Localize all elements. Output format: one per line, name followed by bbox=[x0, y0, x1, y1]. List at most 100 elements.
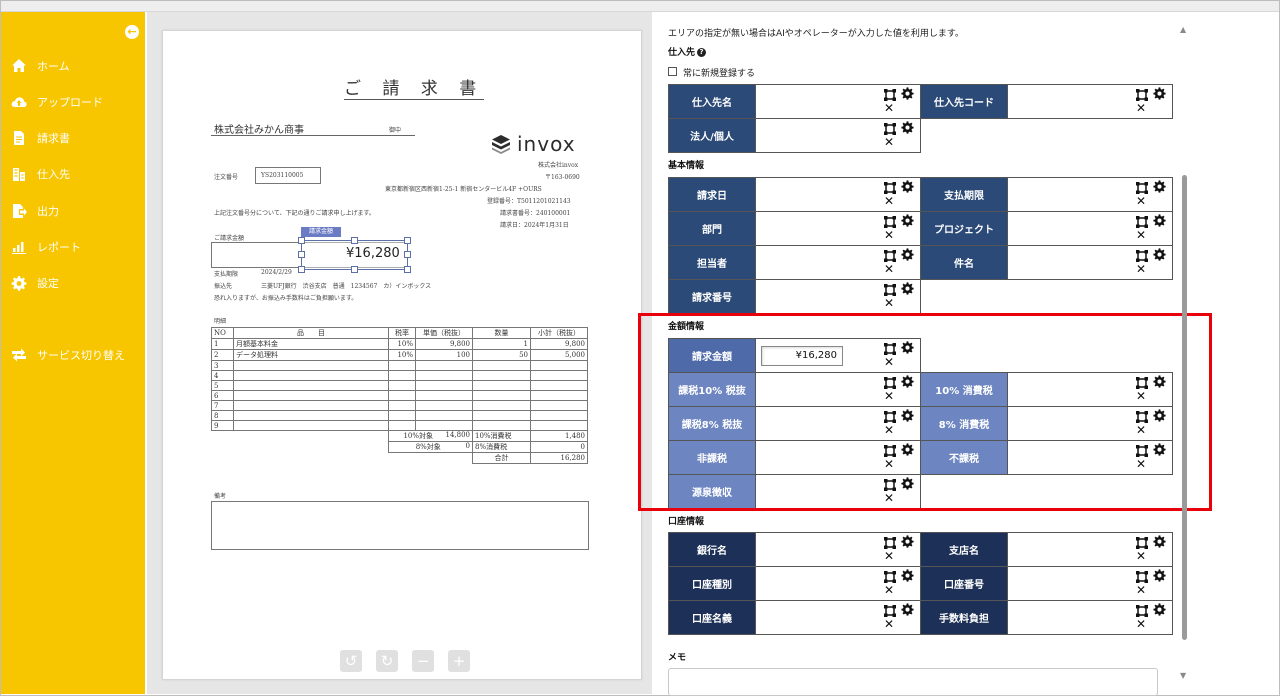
field-value[interactable]: ✕ bbox=[1007, 600, 1173, 635]
field-value[interactable]: ✕ bbox=[755, 84, 921, 119]
select-area-icon[interactable] bbox=[1136, 182, 1148, 194]
gear-icon[interactable] bbox=[1153, 248, 1166, 261]
memo-textarea[interactable] bbox=[668, 668, 1158, 696]
select-area-icon[interactable] bbox=[884, 182, 896, 194]
sidebar-item-settings[interactable]: 設定 bbox=[10, 271, 59, 295]
gear-icon[interactable] bbox=[901, 603, 914, 616]
clear-icon[interactable]: ✕ bbox=[1136, 584, 1148, 596]
gear-icon[interactable] bbox=[1153, 180, 1166, 193]
resize-handle[interactable] bbox=[298, 251, 305, 258]
select-area-icon[interactable] bbox=[1136, 216, 1148, 228]
field-value[interactable]: ✕ bbox=[755, 177, 921, 212]
resize-handle[interactable] bbox=[351, 266, 358, 273]
clear-icon[interactable]: ✕ bbox=[1136, 550, 1148, 562]
field-value[interactable]: ✕ bbox=[755, 211, 921, 246]
field-value[interactable]: ✕ bbox=[755, 532, 921, 567]
clear-icon[interactable]: ✕ bbox=[884, 297, 896, 309]
sidebar-item-suppliers[interactable]: 仕入先 bbox=[10, 162, 70, 186]
field-tools: ✕ bbox=[1136, 569, 1168, 599]
field-value[interactable]: ✕ bbox=[755, 566, 921, 601]
field-tools: ✕ bbox=[884, 603, 916, 633]
scroll-up-icon[interactable]: ▲ bbox=[1180, 25, 1186, 34]
select-area-icon[interactable] bbox=[884, 571, 896, 583]
clear-icon[interactable]: ✕ bbox=[1136, 229, 1148, 241]
sidebar-item-invoices[interactable]: 請求書 bbox=[10, 126, 70, 150]
field-label: 口座種別 bbox=[668, 566, 756, 601]
resize-handle[interactable] bbox=[404, 237, 411, 244]
clear-icon[interactable]: ✕ bbox=[1136, 263, 1148, 275]
select-area-icon[interactable] bbox=[1136, 250, 1148, 262]
select-area-icon[interactable] bbox=[1136, 89, 1148, 101]
scrollbar-thumb[interactable] bbox=[1182, 175, 1187, 640]
field-value[interactable]: ✕ bbox=[755, 118, 921, 153]
gear-icon[interactable] bbox=[901, 535, 914, 548]
clear-icon[interactable]: ✕ bbox=[884, 618, 896, 630]
field-value[interactable]: ✕ bbox=[755, 279, 921, 314]
gear-icon[interactable] bbox=[901, 248, 914, 261]
rotate-right-button[interactable]: ↻ bbox=[376, 650, 398, 672]
scroll-down-icon[interactable]: ▼ bbox=[1180, 671, 1186, 680]
sidebar-item-export[interactable]: 出力 bbox=[10, 199, 59, 223]
gear-icon[interactable] bbox=[901, 121, 914, 134]
resize-handle[interactable] bbox=[298, 237, 305, 244]
gear-icon[interactable] bbox=[901, 569, 914, 582]
field-value[interactable]: ✕ bbox=[1007, 566, 1173, 601]
zoom-in-button[interactable]: + bbox=[448, 650, 470, 672]
gear-icon[interactable] bbox=[1153, 87, 1166, 100]
sidebar-item-home[interactable]: ホーム bbox=[10, 54, 70, 78]
clear-icon[interactable]: ✕ bbox=[1136, 195, 1148, 207]
clear-icon[interactable]: ✕ bbox=[884, 136, 896, 148]
field-value[interactable]: ✕ bbox=[1007, 532, 1173, 567]
select-area-icon[interactable] bbox=[884, 284, 896, 296]
help-icon[interactable]: ? bbox=[697, 48, 707, 57]
clear-icon[interactable]: ✕ bbox=[884, 229, 896, 241]
always-new-checkbox[interactable] bbox=[668, 67, 677, 76]
resize-handle[interactable] bbox=[298, 266, 305, 273]
clear-icon[interactable]: ✕ bbox=[884, 102, 896, 114]
summary-label: 10%消費税 bbox=[472, 430, 531, 442]
table-row: 6 bbox=[211, 390, 588, 401]
gear-icon[interactable] bbox=[901, 214, 914, 227]
field-row: 仕入先名 ✕ 仕入先コード ✕ bbox=[668, 84, 1173, 119]
clear-icon[interactable]: ✕ bbox=[884, 550, 896, 562]
field-value[interactable]: ✕ bbox=[755, 600, 921, 635]
select-area-icon[interactable] bbox=[884, 123, 896, 135]
gear-icon[interactable] bbox=[1153, 603, 1166, 616]
table-cell: データ処理料 bbox=[233, 349, 389, 361]
collapse-sidebar-icon[interactable]: ← bbox=[125, 25, 139, 39]
gear-icon[interactable] bbox=[901, 282, 914, 295]
resize-handle[interactable] bbox=[404, 266, 411, 273]
gear-icon[interactable] bbox=[901, 180, 914, 193]
gear-icon[interactable] bbox=[901, 87, 914, 100]
select-area-icon[interactable] bbox=[1136, 537, 1148, 549]
clear-icon[interactable]: ✕ bbox=[884, 263, 896, 275]
gear-icon[interactable] bbox=[1153, 569, 1166, 582]
select-area-icon[interactable] bbox=[1136, 605, 1148, 617]
rotate-left-button[interactable]: ↺ bbox=[340, 650, 362, 672]
select-area-icon[interactable] bbox=[884, 250, 896, 262]
clear-icon[interactable]: ✕ bbox=[1136, 618, 1148, 630]
gear-icon[interactable] bbox=[1153, 535, 1166, 548]
select-area-icon[interactable] bbox=[884, 537, 896, 549]
field-value[interactable]: ✕ bbox=[755, 245, 921, 280]
gear-icon[interactable] bbox=[1153, 214, 1166, 227]
sidebar-item-reports[interactable]: レポート bbox=[10, 235, 81, 259]
select-area-icon[interactable] bbox=[884, 605, 896, 617]
select-area-icon[interactable] bbox=[884, 89, 896, 101]
select-area-icon[interactable] bbox=[884, 216, 896, 228]
clear-icon[interactable]: ✕ bbox=[884, 584, 896, 596]
field-value[interactable]: ✕ bbox=[1007, 211, 1173, 246]
select-area-icon[interactable] bbox=[1136, 571, 1148, 583]
field-value[interactable]: ✕ bbox=[1007, 245, 1173, 280]
resize-handle[interactable] bbox=[404, 251, 411, 258]
clear-icon[interactable]: ✕ bbox=[1136, 102, 1148, 114]
field-value[interactable]: ✕ bbox=[1007, 84, 1173, 119]
resize-handle[interactable] bbox=[351, 237, 358, 244]
field-value[interactable]: ✕ bbox=[1007, 177, 1173, 212]
clear-icon[interactable]: ✕ bbox=[884, 195, 896, 207]
zoom-out-button[interactable]: − bbox=[412, 650, 434, 672]
sidebar-item-switch-service[interactable]: サービス切り替え bbox=[10, 343, 125, 367]
field-label: 支店名 bbox=[920, 532, 1008, 567]
sidebar-item-upload[interactable]: アップロード bbox=[10, 90, 103, 114]
summary-value: 0 bbox=[465, 442, 470, 450]
